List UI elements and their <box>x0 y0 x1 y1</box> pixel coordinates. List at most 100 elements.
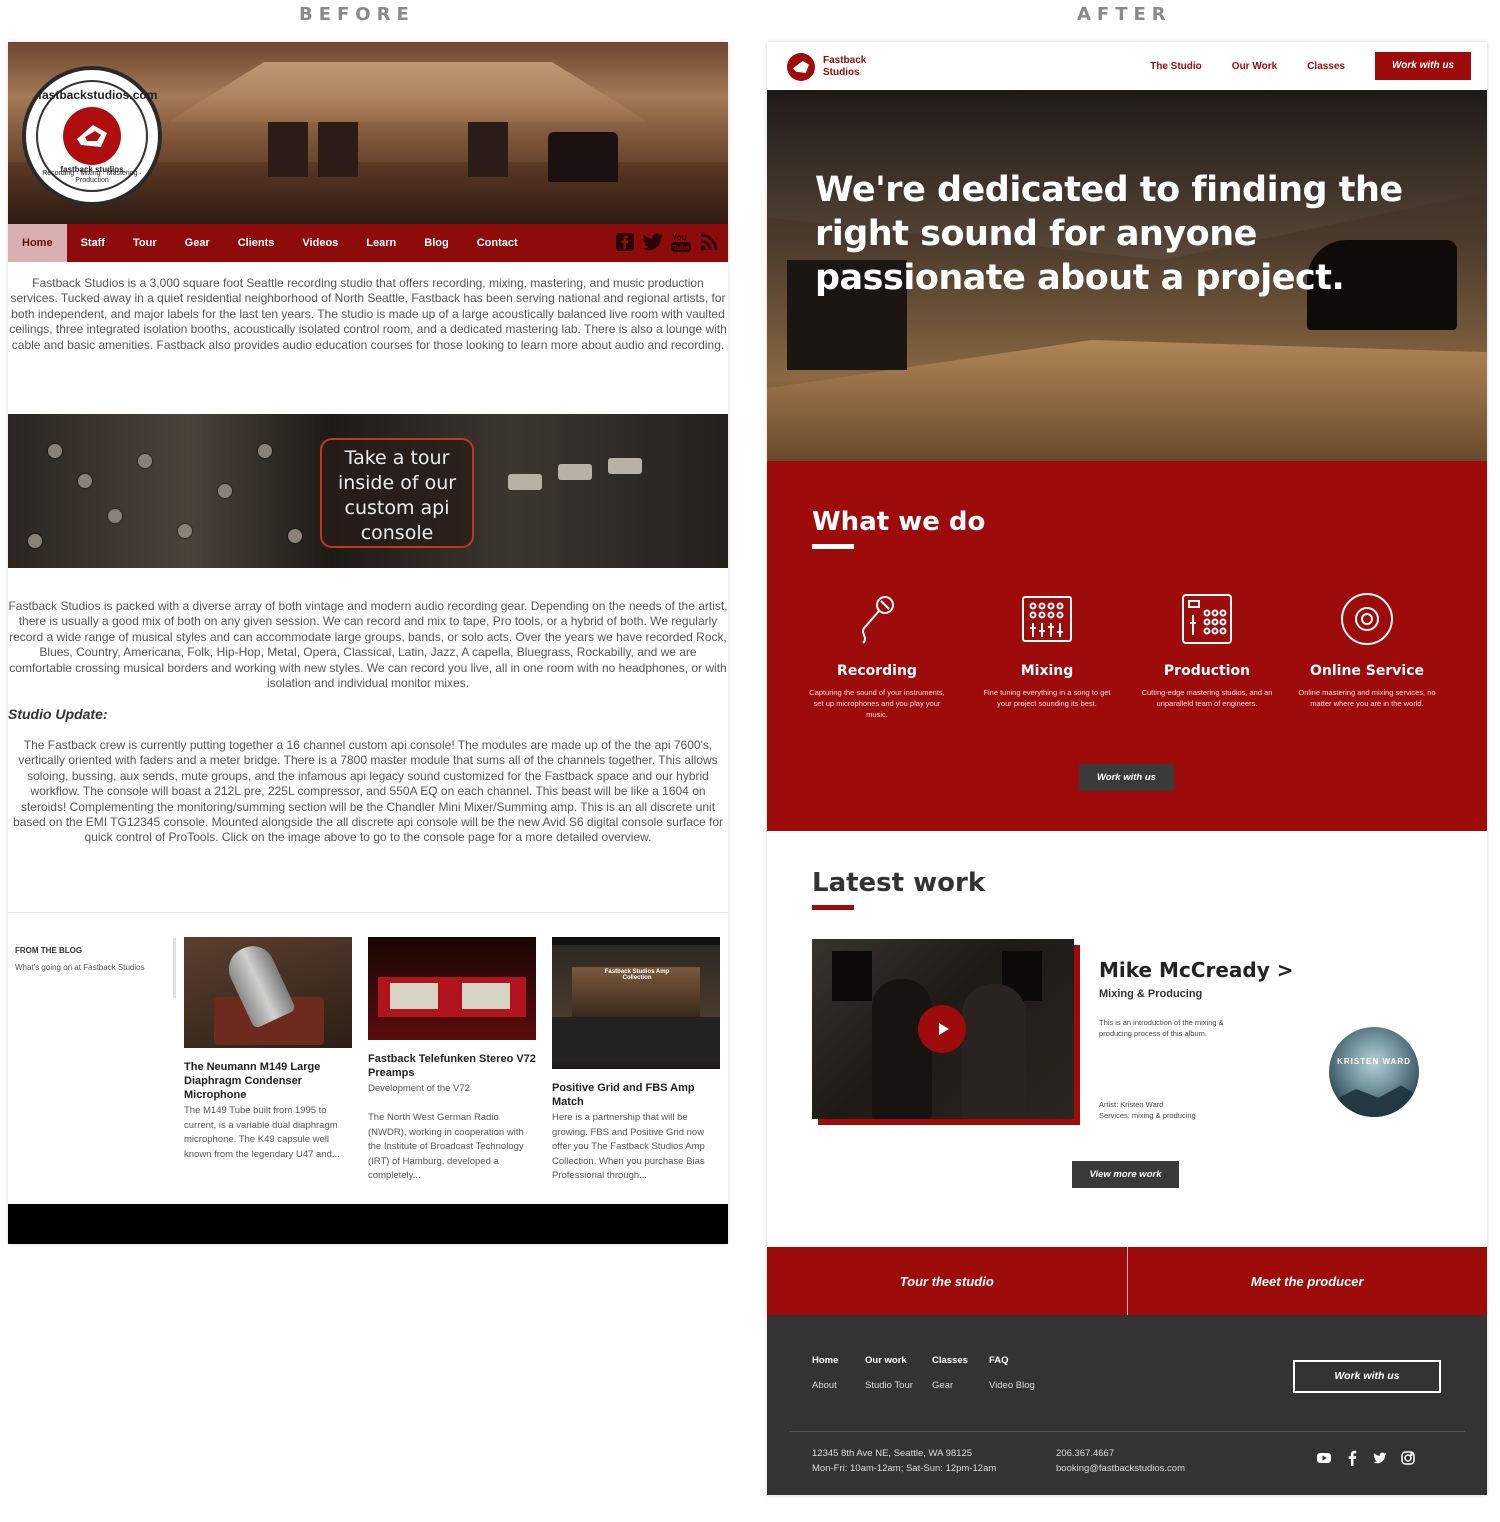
blog-post[interactable]: Fastback Studios Amp Collection Positive… <box>552 937 720 1184</box>
footer-link-faq[interactable]: FAQ <box>989 1355 1035 1366</box>
instagram-icon[interactable] <box>1401 1451 1415 1465</box>
youtube-icon[interactable] <box>1317 1451 1331 1465</box>
logo-line1: Fastback <box>823 55 867 66</box>
tour-banner-text[interactable]: Take a tour inside of our custom api con… <box>320 438 474 548</box>
nav-tour[interactable]: Tour <box>119 224 171 262</box>
footer-link-our-work[interactable]: Our work <box>865 1355 913 1366</box>
album-title: KRISTEN WARD <box>1337 1057 1411 1066</box>
nav-clients[interactable]: Clients <box>224 224 289 262</box>
mixer-icon <box>1019 591 1075 647</box>
service-production: Production Cutting-edge mastering studio… <box>1137 591 1277 709</box>
logo-line2: Studios <box>823 67 860 78</box>
facebook-icon[interactable] <box>1345 1450 1359 1466</box>
before-footer <box>8 1204 728 1244</box>
blog-divider <box>173 938 176 998</box>
blog-subheading: What's going on at Fastback Studios <box>15 963 145 972</box>
service-desc: Fine tuning everything in a song to get … <box>983 688 1111 708</box>
blog-post[interactable]: The Neumann M149 Large Diaphragm Condens… <box>184 937 352 1162</box>
disc-icon <box>1339 591 1395 647</box>
nav-classes[interactable]: Classes <box>1307 61 1345 72</box>
footer-divider <box>789 1431 1465 1432</box>
latest-work-title: Latest work <box>812 868 986 898</box>
nav-learn[interactable]: Learn <box>352 224 410 262</box>
work-artist: Artist: Kristen Ward <box>1099 1100 1164 1109</box>
footer-link-studio-tour[interactable]: Studio Tour <box>865 1380 913 1391</box>
footer-link-about[interactable]: About <box>812 1380 838 1391</box>
svg-text:You: You <box>672 233 687 242</box>
youtube-icon[interactable]: You Tube <box>670 230 692 254</box>
footer-col: Home About <box>812 1355 838 1391</box>
after-hero-image: We're dedicated to finding the right sou… <box>767 90 1487 461</box>
footer-col: Our work Studio Tour <box>865 1355 913 1391</box>
hero-headline: We're dedicated to finding the right sou… <box>815 170 1403 298</box>
work-with-us-button[interactable]: Work with us <box>1079 764 1174 791</box>
blog-thumb-amp-collection[interactable]: Fastback Studios Amp Collection <box>552 937 720 1069</box>
rss-icon[interactable] <box>698 230 720 254</box>
amp-collection-caption: Fastback Studios Amp Collection <box>604 969 670 981</box>
service-desc: Capturing the sound of your instruments,… <box>809 688 945 719</box>
after-page: Fastback Studios The Studio Our Work Cla… <box>767 42 1487 1495</box>
footer-link-gear[interactable]: Gear <box>932 1380 968 1391</box>
play-icon[interactable] <box>918 1005 966 1053</box>
footer-link-home[interactable]: Home <box>812 1355 838 1366</box>
blog-thumb-microphone[interactable] <box>184 937 352 1048</box>
drum-pad-icon <box>1179 591 1235 647</box>
nav-our-work[interactable]: Our Work <box>1232 61 1277 72</box>
nav-blog[interactable]: Blog <box>410 224 462 262</box>
divider <box>8 912 728 913</box>
section-title: What we do <box>812 507 986 537</box>
footer-link-video-blog[interactable]: Video Blog <box>989 1380 1035 1391</box>
footer-email[interactable]: booking@fastbackstudios.com <box>1056 1461 1185 1476</box>
after-logo-text[interactable]: Fastback Studios <box>823 55 866 79</box>
before-update-text: The Fastback crew is currently putting t… <box>13 738 723 845</box>
footer-hours: Mon-Fri: 10am-12am; Sat-Sun: 12pm-12am <box>812 1463 997 1474</box>
before-page: fastbackstudios.com fastback studios Rec… <box>8 42 728 1244</box>
meet-producer-tile[interactable]: Meet the producer <box>1126 1247 1487 1315</box>
after-header: Fastback Studios The Studio Our Work Cla… <box>767 42 1487 90</box>
blog-post-title[interactable]: The Neumann M149 Large Diaphragm Condens… <box>184 1060 352 1102</box>
footer-link-classes[interactable]: Classes <box>932 1355 968 1366</box>
nav-contact[interactable]: Contact <box>463 224 532 262</box>
work-subtitle: Mixing & Producing <box>1099 988 1203 1000</box>
footer-contact-block: 206.367.4667 booking@fastbackstudios.com <box>1056 1446 1185 1476</box>
nav-staff[interactable]: Staff <box>67 224 119 262</box>
nav-the-studio[interactable]: The Studio <box>1150 61 1202 72</box>
before-nav: Home Staff Tour Gear Clients Videos Lear… <box>8 224 728 262</box>
work-title-link[interactable]: Mike McCready > <box>1099 958 1293 982</box>
blog-post-title[interactable]: Fastback Telefunken Stereo V72 Preamps <box>368 1052 536 1080</box>
footer-col: FAQ Video Blog <box>989 1355 1035 1391</box>
footer-address-block: 12345 8th Ave NE, Seattle, WA 98125 Mon-… <box>812 1446 996 1476</box>
nav-home[interactable]: Home <box>8 224 67 262</box>
blog-post[interactable]: Fastback Telefunken Stereo V72 Preamps D… <box>368 937 536 1184</box>
work-services: Services: mixing & producing <box>1099 1111 1196 1120</box>
footer-social <box>1317 1450 1415 1466</box>
twitter-icon[interactable] <box>1373 1451 1387 1465</box>
work-meta: Artist: Kristen Ward Services: mixing & … <box>1099 1099 1196 1121</box>
title-underline <box>812 544 854 549</box>
before-logo[interactable]: fastbackstudios.com fastback studios Rec… <box>22 66 162 206</box>
view-more-work-button[interactable]: View more work <box>1072 1161 1179 1188</box>
after-label: AFTER <box>1077 4 1172 25</box>
before-gear-text: Fastback Studios is packed with a divers… <box>8 599 728 691</box>
footer-work-with-us-button[interactable]: Work with us <box>1293 1360 1441 1393</box>
footer-phone[interactable]: 206.367.4667 <box>1056 1446 1185 1461</box>
nav-gear[interactable]: Gear <box>171 224 224 262</box>
facebook-icon[interactable] <box>614 230 636 254</box>
console-tour-banner[interactable]: Take a tour inside of our custom api con… <box>8 414 728 568</box>
after-footer: Home About Our work Studio Tour Classes … <box>767 1315 1487 1495</box>
logo-mark-icon[interactable] <box>787 53 815 81</box>
footer-col: Classes Gear <box>932 1355 968 1391</box>
blog-thumb-preamps[interactable] <box>368 937 536 1040</box>
tour-studio-tile[interactable]: Tour the studio <box>767 1247 1127 1315</box>
service-desc: Cutting-edge mastering studios, and an u… <box>1141 688 1273 708</box>
logo-mark-icon <box>63 107 121 165</box>
twitter-icon[interactable] <box>642 230 664 254</box>
work-description: This is an introduction of the mixing & … <box>1099 1018 1224 1038</box>
nav-videos[interactable]: Videos <box>288 224 352 262</box>
work-with-us-button[interactable]: Work with us <box>1375 52 1471 80</box>
latest-work-video[interactable] <box>812 939 1074 1119</box>
blog-post-title[interactable]: Positive Grid and FBS Amp Match <box>552 1081 720 1109</box>
album-cover: KRISTEN WARD <box>1329 1027 1419 1117</box>
after-nav: The Studio Our Work Classes Work with us <box>1120 52 1471 80</box>
service-online: Online Service Online mastering and mixi… <box>1297 591 1437 709</box>
